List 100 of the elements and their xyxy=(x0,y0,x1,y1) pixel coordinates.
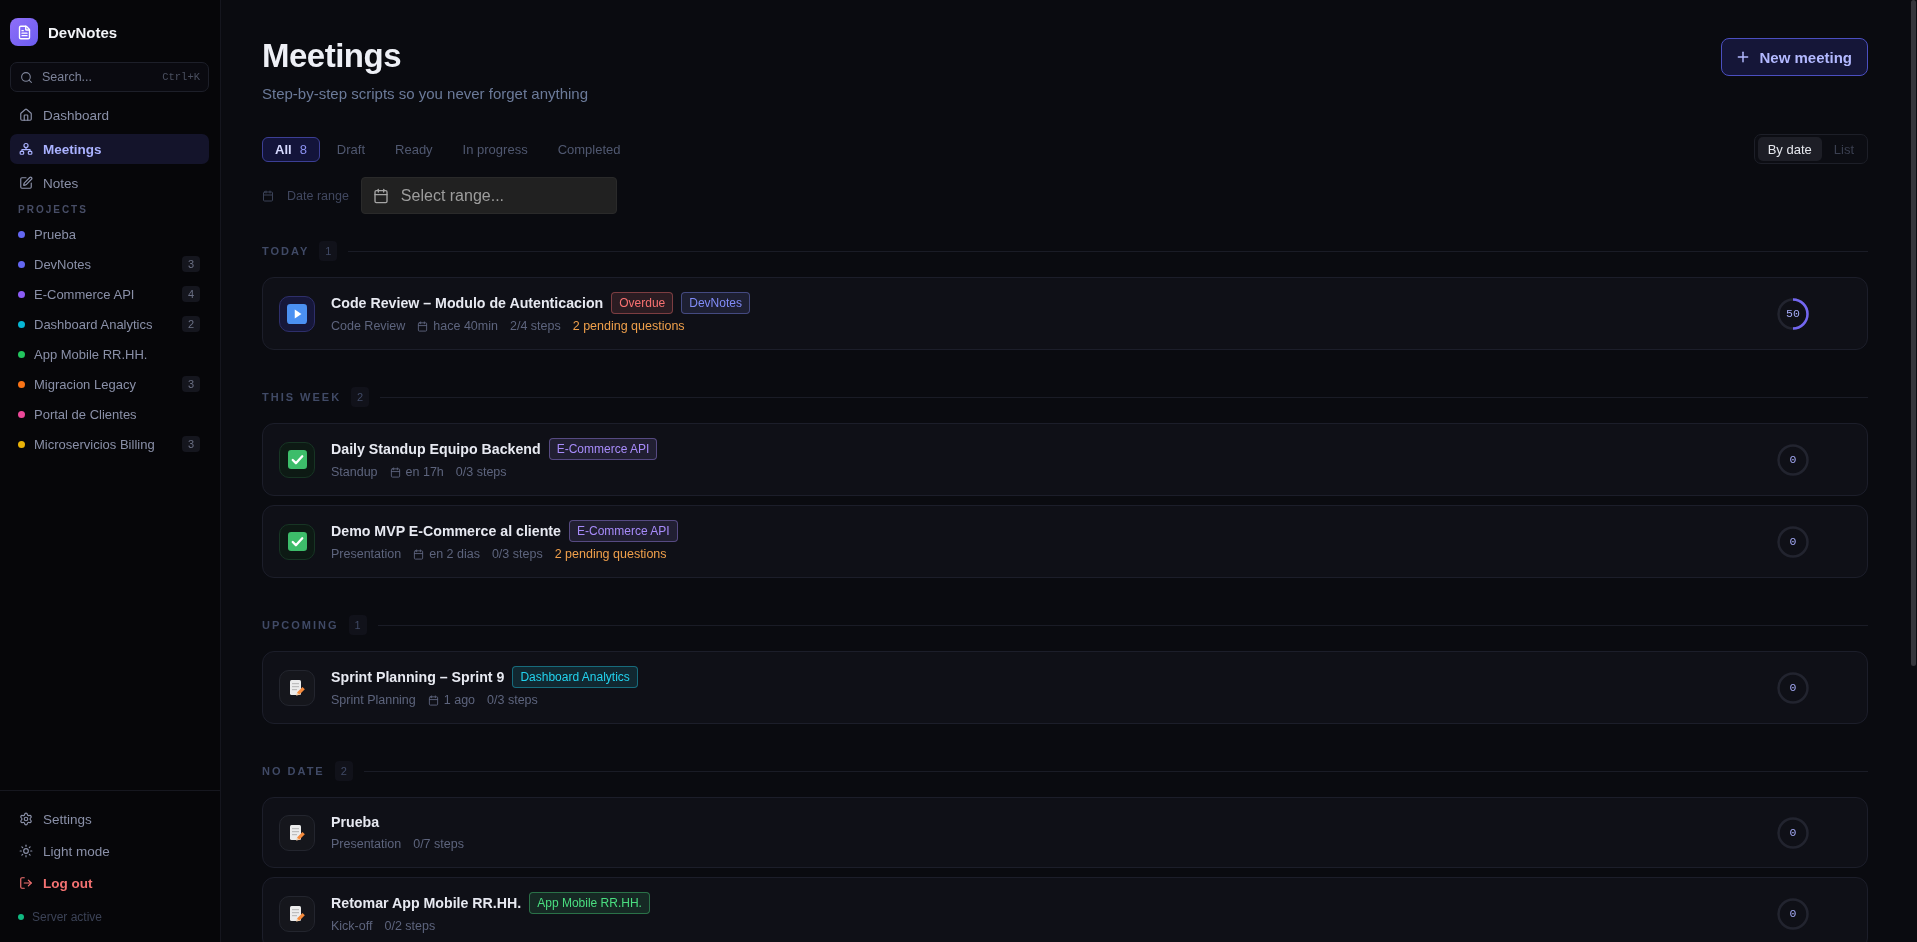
count-badge: 3 xyxy=(182,376,200,392)
meeting-type: Presentation xyxy=(331,547,402,561)
step-count: 0/7 steps xyxy=(413,837,464,851)
progress-value: 0 xyxy=(1789,907,1797,920)
step-count: 0/3 steps xyxy=(491,547,543,561)
meeting-card[interactable]: Prueba Presentation 0/7 steps 0 xyxy=(262,797,1868,868)
meeting-time: hace 40min xyxy=(433,319,498,333)
house-icon xyxy=(19,108,33,122)
count-badge: 1 xyxy=(319,241,338,261)
nav-item[interactable]: Meetings xyxy=(10,134,209,164)
sun-icon xyxy=(19,844,33,858)
project-item[interactable]: E-Commerce API xyxy=(10,279,182,309)
project-item[interactable]: Portal de Clientes xyxy=(10,399,200,429)
pen-square-icon xyxy=(19,176,33,190)
settings-icon xyxy=(19,812,33,826)
project-item[interactable]: Migracion Legacy xyxy=(10,369,182,399)
tag: Dashboard Analytics xyxy=(512,666,638,688)
meeting-card[interactable]: Code Review – Modulo de Autenticacion Overdue DevNotes Code Review hace 40min 2/4 steps 2 pending questions 50 xyxy=(262,277,1868,350)
step-count: 0/2 steps xyxy=(384,919,436,933)
meeting-type: Presentation xyxy=(331,837,402,851)
page-subtitle: Step-by-step scripts so you never forget anything xyxy=(262,84,588,104)
meeting-title: Sprint Planning – Sprint 9 xyxy=(331,668,505,687)
meeting-title: Code Review – Modulo de Autenticacion xyxy=(331,294,604,313)
section-label: NO DATE xyxy=(262,765,325,777)
tag: App Mobile RR.HH. xyxy=(529,892,650,914)
sidebar-link[interactable]: Log out xyxy=(10,867,209,899)
section-heading: PROJECTS xyxy=(18,203,88,217)
brand-name: DevNotes xyxy=(48,23,118,41)
date-range-label: Date range xyxy=(287,188,349,203)
step-count: 0/3 steps xyxy=(455,465,507,479)
hierarchy-icon xyxy=(19,142,33,156)
progress-ring xyxy=(1777,816,1809,849)
calendar-icon xyxy=(389,466,401,478)
project-item[interactable]: DevNotes xyxy=(10,249,182,279)
count-badge: 2 xyxy=(334,761,353,781)
progress-ring xyxy=(1777,443,1809,476)
calendar-icon xyxy=(262,189,274,202)
tab-count: 8 xyxy=(299,141,307,157)
tag: E-Commerce API xyxy=(548,438,658,460)
calendar-icon xyxy=(417,320,429,332)
progress-value: 0 xyxy=(1789,826,1797,839)
meeting-type: Sprint Planning xyxy=(331,693,416,707)
section-label: UPCOMING xyxy=(262,619,339,631)
meeting-type: Code Review xyxy=(331,319,406,333)
meeting-time: en 17h xyxy=(405,465,444,479)
tag: E-Commerce API xyxy=(569,520,678,542)
calendar-icon xyxy=(413,548,425,560)
project-item[interactable]: Microservicios Billing xyxy=(10,429,182,459)
tag: Overdue xyxy=(611,292,674,314)
section-label: TODAY xyxy=(262,245,310,257)
project-item[interactable]: Prueba xyxy=(10,219,200,249)
meeting-type: Kick-off xyxy=(331,919,373,933)
page-title: Meetings xyxy=(262,36,402,76)
calendar-icon xyxy=(372,187,389,204)
date-range-field[interactable]: Select range... xyxy=(360,177,617,214)
meeting-title: Daily Standup Equipo Backend xyxy=(331,440,541,459)
logo-icon xyxy=(10,18,38,46)
progress-ring xyxy=(1777,897,1809,930)
pending-questions: 2 pending questions xyxy=(554,547,667,561)
filter-tab[interactable]: All 8 xyxy=(262,136,320,162)
meeting-time: en 2 dias xyxy=(429,547,480,561)
sidebar-link[interactable]: Settings xyxy=(10,803,209,835)
shortcut-hint: Ctrl+K xyxy=(162,71,200,83)
count-badge: 3 xyxy=(182,436,200,452)
progress-value: 0 xyxy=(1789,535,1797,548)
new-meeting-button[interactable]: New meeting xyxy=(1721,38,1868,76)
meeting-type: Standup xyxy=(331,465,378,479)
count-badge: 3 xyxy=(182,256,200,272)
meeting-card[interactable]: Retomar App Mobile RR.HH. App Mobile RR.HH. Kick-off 0/2 steps 0 xyxy=(262,877,1868,942)
meeting-time: 1 ago xyxy=(443,693,476,707)
nav-item[interactable]: Dashboard xyxy=(10,100,209,130)
meeting-title: Retomar App Mobile RR.HH. xyxy=(331,894,522,913)
meeting-card[interactable]: Demo MVP E-Commerce al cliente E-Commerce API Presentation en 2 dias 0/3 steps 2 pending questions 0 xyxy=(262,505,1868,578)
logout-icon xyxy=(19,876,33,890)
meeting-card[interactable]: Daily Standup Equipo Backend E-Commerce API Standup en 17h 0/3 steps 0 xyxy=(262,423,1868,496)
nav-item[interactable]: Notes xyxy=(10,168,209,198)
progress-value: 50 xyxy=(1786,307,1800,320)
meeting-title: Demo MVP E-Commerce al cliente xyxy=(331,522,561,541)
search-icon xyxy=(20,70,33,84)
count-badge: 1 xyxy=(348,615,367,635)
server-status: Server active xyxy=(32,910,103,924)
project-item[interactable]: Dashboard Analytics xyxy=(10,309,182,339)
view-option[interactable]: By date xyxy=(1757,137,1822,161)
step-count: 2/4 steps xyxy=(509,319,561,333)
scrollbar-thumb[interactable] xyxy=(1911,0,1916,666)
pending-questions: 2 pending questions xyxy=(572,319,685,333)
project-item[interactable]: App Mobile RR.HH. xyxy=(10,339,200,369)
calendar-icon xyxy=(427,694,439,706)
count-badge: 2 xyxy=(351,387,370,407)
count-badge: 2 xyxy=(182,316,200,332)
progress-value: 0 xyxy=(1789,681,1797,694)
meeting-card[interactable]: Sprint Planning – Sprint 9 Dashboard Analytics Sprint Planning 1 ago 0/3 steps 0 xyxy=(262,651,1868,724)
progress-value: 0 xyxy=(1789,453,1797,466)
section-label: THIS WEEK xyxy=(262,391,342,403)
progress-ring xyxy=(1777,671,1809,704)
progress-ring xyxy=(1777,525,1809,558)
count-badge: 4 xyxy=(182,286,200,302)
meeting-title: Prueba xyxy=(331,813,380,832)
sidebar-link[interactable]: Light mode xyxy=(10,835,209,867)
step-count: 0/3 steps xyxy=(487,693,538,707)
